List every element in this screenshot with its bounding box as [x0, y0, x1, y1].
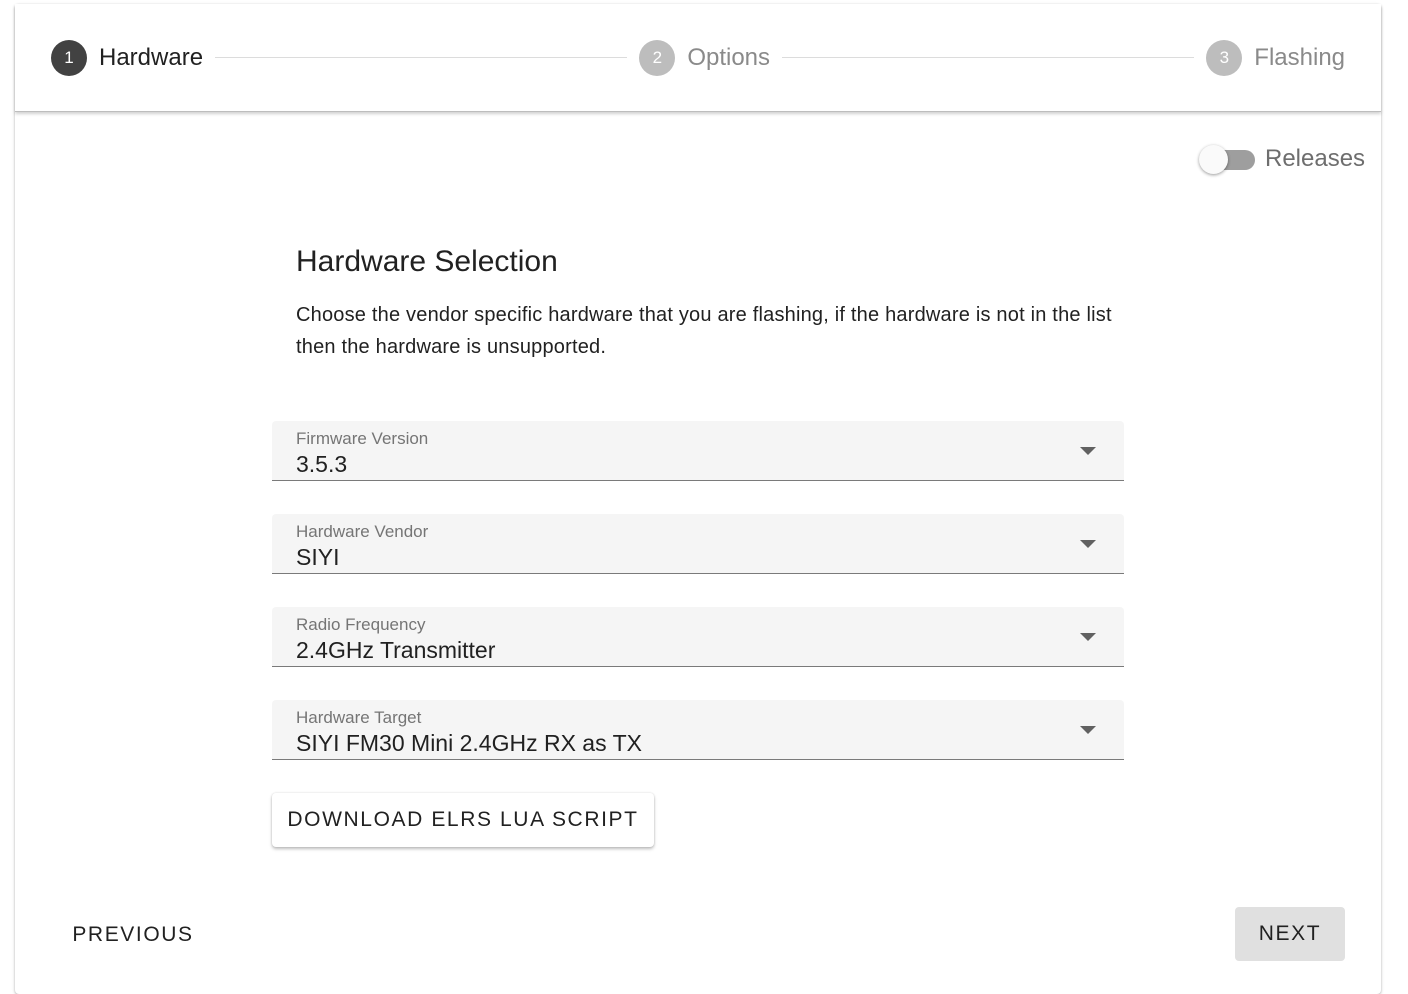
section-heading: Hardware Selection [296, 245, 558, 278]
step-number-icon: 2 [639, 39, 676, 76]
field-label: Firmware Version [296, 429, 429, 448]
caret-down-icon[interactable] [1080, 540, 1096, 548]
caret-down-icon[interactable] [1080, 726, 1096, 734]
stepper: 1 Hardware 2 Options 3 Flashing [15, 4, 1381, 112]
radio-frequency-select[interactable]: Radio Frequency 2.4GHz Transmitter [272, 607, 1124, 667]
field-value: 3.5.3 [296, 451, 348, 477]
hardware-vendor-select[interactable]: Hardware Vendor SIYI [272, 514, 1124, 574]
caret-down-icon[interactable] [1080, 633, 1096, 641]
previous-button[interactable]: PREVIOUS [58, 908, 208, 962]
step-label: Flashing [1254, 43, 1346, 71]
field-label: Hardware Vendor [296, 522, 429, 541]
section-description: Choose the vendor specific hardware that… [296, 304, 1112, 358]
main-card [15, 4, 1381, 994]
field-value: 2.4GHz Transmitter [296, 637, 496, 663]
hardware-target-select[interactable]: Hardware Target SIYI FM30 Mini 2.4GHz RX… [272, 700, 1124, 760]
download-lua-script-button[interactable]: DOWNLOAD ELRS LUA SCRIPT [272, 793, 654, 847]
step-label: Options [687, 43, 771, 71]
toggle-knob[interactable] [1199, 145, 1228, 174]
field-label: Hardware Target [296, 708, 422, 727]
step-label: Hardware [99, 43, 204, 71]
step-flashing[interactable]: 3 Flashing [1206, 39, 1346, 76]
step-options[interactable]: 2 Options [639, 39, 771, 76]
caret-down-icon[interactable] [1080, 447, 1096, 455]
releases-label: Releases [1265, 145, 1366, 172]
firmware-version-select[interactable]: Firmware Version 3.5.3 [272, 421, 1124, 481]
toggle-switch[interactable] [1197, 144, 1255, 174]
field-value: SIYI FM30 Mini 2.4GHz RX as TX [296, 730, 642, 756]
next-button[interactable]: NEXT [1235, 907, 1345, 961]
step-hardware[interactable]: 1 Hardware [51, 39, 204, 76]
step-number-icon: 1 [51, 39, 87, 76]
field-label: Radio Frequency [296, 615, 426, 634]
step-number-icon: 3 [1206, 39, 1243, 76]
step-connector [215, 57, 628, 58]
releases-toggle[interactable]: Releases [1197, 144, 1365, 174]
field-value: SIYI [296, 544, 340, 570]
step-connector [782, 57, 1195, 58]
